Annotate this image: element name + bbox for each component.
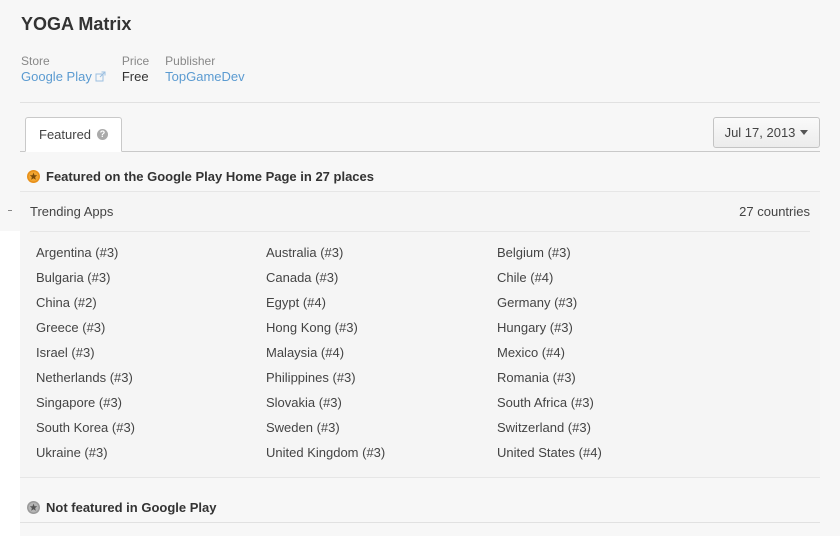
question-circle-icon[interactable]: ? bbox=[97, 129, 109, 140]
price-meta: Price Free bbox=[122, 53, 149, 85]
date-selector-value: Jul 17, 2013 bbox=[724, 125, 796, 140]
trending-panel: Trending Apps 27 countries Argentina (#3… bbox=[20, 191, 820, 478]
app-title: YOGA Matrix bbox=[21, 14, 132, 34]
featured-heading-in: in bbox=[296, 169, 316, 184]
tab-featured-label: Featured bbox=[39, 127, 92, 142]
country-item: Singapore (#3) bbox=[36, 395, 122, 410]
price-value: Free bbox=[121, 69, 149, 84]
left-gutter bbox=[0, 231, 20, 536]
country-item: Switzerland (#3) bbox=[497, 420, 591, 435]
country-item: Canada (#3) bbox=[266, 270, 339, 285]
star-badge-icon bbox=[27, 170, 40, 183]
country-item: China (#2) bbox=[36, 295, 97, 310]
featured-heading: Featured on the Google Play Home Page in… bbox=[27, 169, 374, 184]
featured-heading-prefix: Featured on the Google Play Home Page bbox=[46, 169, 297, 184]
country-item: Egypt (#4) bbox=[266, 295, 326, 310]
bottom-divider bbox=[20, 522, 820, 523]
country-item: Australia (#3) bbox=[266, 245, 344, 260]
country-item: Argentina (#3) bbox=[36, 245, 119, 260]
trending-count: 27 countries bbox=[739, 203, 810, 219]
country-item: Israel (#3) bbox=[36, 345, 95, 360]
not-featured-heading: Not featured in Google Play bbox=[27, 500, 216, 515]
country-item: Bulgaria (#3) bbox=[36, 270, 111, 285]
country-item: Germany (#3) bbox=[497, 295, 578, 310]
left-edge-marker bbox=[8, 210, 12, 211]
not-featured-heading-text: Not featured in Google Play bbox=[46, 500, 217, 515]
store-meta: Store Google Play bbox=[21, 53, 106, 85]
trending-title: Trending Apps bbox=[30, 203, 114, 219]
country-grid: Argentina (#3) Australia (#3) Belgium (#3)… bbox=[36, 244, 736, 469]
country-item: South Korea (#3) bbox=[36, 420, 136, 435]
publisher-label: Publisher bbox=[165, 54, 216, 68]
date-selector-button[interactable]: Jul 17, 2013 bbox=[713, 117, 820, 148]
country-item: Chile (#4) bbox=[497, 270, 554, 285]
publisher-meta: Publisher TopGameDev bbox=[165, 53, 244, 85]
country-item: Netherlands (#3) bbox=[36, 370, 133, 385]
country-item: Hungary (#3) bbox=[497, 320, 573, 335]
country-item: South Africa (#3) bbox=[497, 395, 594, 410]
external-link-icon bbox=[95, 71, 106, 82]
country-item: Romania (#3) bbox=[497, 370, 576, 385]
country-item: United Kingdom (#3) bbox=[266, 445, 386, 460]
header-divider bbox=[20, 102, 820, 103]
price-label: Price bbox=[121, 54, 150, 68]
country-item: Greece (#3) bbox=[36, 320, 106, 335]
store-link[interactable]: Google Play bbox=[21, 69, 106, 85]
tab-bar: Featured ? Jul 17, 2013 bbox=[20, 117, 820, 152]
country-item: Slovakia (#3) bbox=[266, 395, 342, 410]
country-item: United States (#4) bbox=[497, 445, 602, 460]
caret-down-icon bbox=[800, 130, 809, 135]
country-item: Malaysia (#4) bbox=[266, 345, 345, 360]
country-item: Hong Kong (#3) bbox=[266, 320, 358, 335]
app-meta: Store Google Play Price Free Publisher T… bbox=[21, 53, 261, 85]
country-item: Sweden (#3) bbox=[266, 420, 340, 435]
store-label: Store bbox=[21, 54, 50, 68]
country-item: Ukraine (#3) bbox=[36, 445, 108, 460]
store-value: Google Play bbox=[21, 69, 92, 84]
country-item: Mexico (#4) bbox=[497, 345, 565, 360]
country-item: Belgium (#3) bbox=[497, 245, 571, 260]
country-item: Philippines (#3) bbox=[266, 370, 356, 385]
publisher-link[interactable]: TopGameDev bbox=[165, 69, 244, 85]
featured-heading-count: 27 places bbox=[315, 169, 374, 184]
star-badge-grey-icon bbox=[27, 501, 40, 514]
trending-header: Trending Apps 27 countries bbox=[30, 192, 810, 232]
tab-featured[interactable]: Featured ? bbox=[25, 117, 123, 152]
